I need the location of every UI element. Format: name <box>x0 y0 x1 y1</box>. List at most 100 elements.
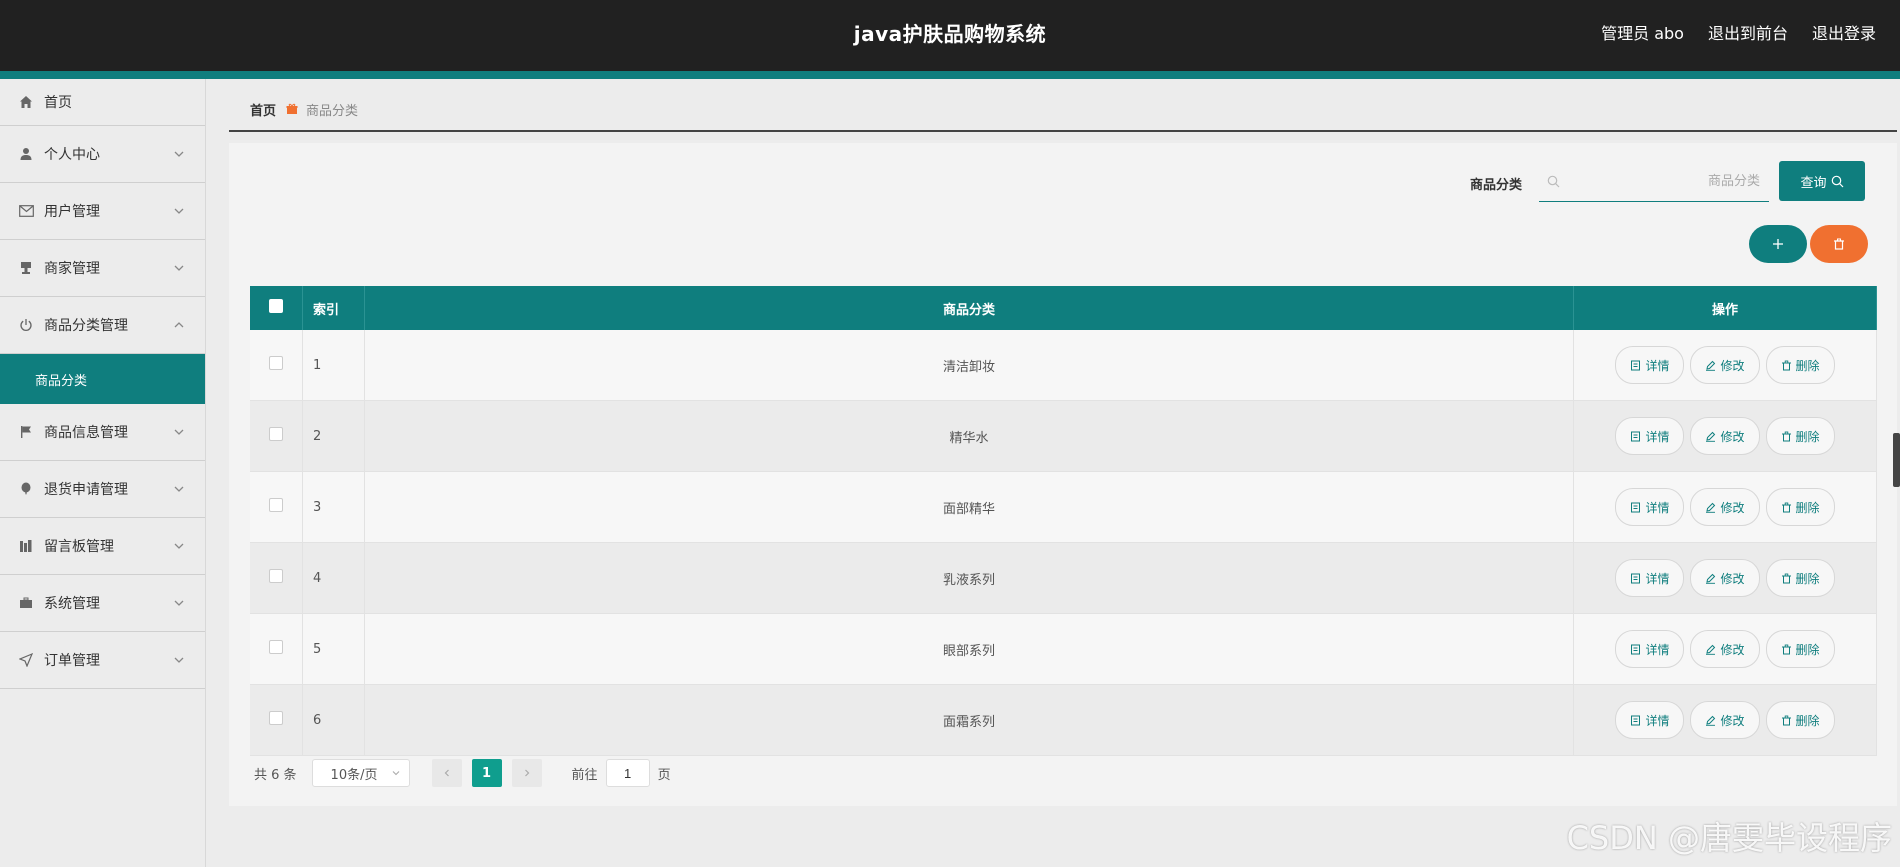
sidebar-item-messages[interactable]: 留言板管理 <box>0 518 205 575</box>
row-checkbox-cell <box>250 613 303 685</box>
search-input[interactable] <box>1568 172 1762 190</box>
row-checkbox[interactable] <box>269 711 283 725</box>
top-links: 管理员 abo 退出到前台 退出登录 <box>1601 20 1876 44</box>
delete-button[interactable]: 删除 <box>1765 488 1835 526</box>
row-actions: 详情 修改 删除 <box>1573 542 1877 614</box>
top-header: java护肤品购物系统 管理员 abo 退出到前台 退出登录 <box>0 0 1900 71</box>
search-icon <box>1831 175 1843 187</box>
prev-page-button[interactable] <box>431 759 462 787</box>
page-size-value: 10条/页 <box>330 767 378 783</box>
row-category-name: 面部精华 <box>364 471 1574 543</box>
edit-button[interactable]: 修改 <box>1690 346 1760 384</box>
table-row: 4 乳液系列 详情 修改 删除 <box>250 542 1877 614</box>
breadcrumb-current: 商品分类 <box>306 103 359 119</box>
document-icon <box>1631 715 1641 725</box>
balloon-icon <box>18 481 34 497</box>
row-checkbox[interactable] <box>269 640 283 654</box>
sidebar-item-system[interactable]: 系统管理 <box>0 575 205 632</box>
sidebar-item-label: 个人中心 <box>44 147 100 163</box>
delete-label: 删除 <box>1795 642 1820 657</box>
breadcrumb-home[interactable]: 首页 <box>250 100 276 119</box>
select-all-checkbox[interactable] <box>269 299 283 313</box>
table-header-row: 索引 商品分类 操作 <box>250 286 1877 330</box>
sidebar: 首页 个人中心 用户管理 商家管理 商品分类管理 商品分类 商品信息管理 退货申… <box>0 79 206 867</box>
add-button[interactable] <box>1749 225 1807 263</box>
row-actions: 详情 修改 删除 <box>1573 471 1877 543</box>
admin-user-link[interactable]: 管理员 abo <box>1601 20 1684 44</box>
delete-button[interactable]: 删除 <box>1765 701 1835 739</box>
row-checkbox[interactable] <box>269 427 283 441</box>
row-checkbox[interactable] <box>269 498 283 512</box>
pencil-icon <box>1706 431 1716 442</box>
sidebar-item-label: 商品信息管理 <box>44 425 128 441</box>
search-field <box>1539 161 1769 202</box>
detail-button[interactable]: 详情 <box>1615 701 1685 739</box>
row-checkbox[interactable] <box>269 569 283 583</box>
scrollbar-thumb[interactable] <box>1893 433 1900 487</box>
edit-button[interactable]: 修改 <box>1690 488 1760 526</box>
goto-suffix: 页 <box>657 767 671 783</box>
row-category-name: 眼部系列 <box>364 613 1574 685</box>
sidebar-item-category-management[interactable]: 商品分类管理 <box>0 297 205 354</box>
content-panel: 商品分类 查询 索引 商品分类 操作 1清洁卸妆详情修改删除2精华水详情修改删除… <box>229 143 1897 806</box>
books-icon <box>18 538 34 554</box>
delete-label: 删除 <box>1795 358 1820 373</box>
trash-icon <box>1781 431 1791 441</box>
row-category-name: 清洁卸妆 <box>364 330 1574 401</box>
sidebar-item-label: 首页 <box>44 95 72 111</box>
back-to-frontend-link[interactable]: 退出到前台 <box>1708 20 1788 44</box>
edit-label: 修改 <box>1720 429 1745 444</box>
edit-button[interactable]: 修改 <box>1690 630 1760 668</box>
detail-button[interactable]: 详情 <box>1615 417 1685 455</box>
next-page-button[interactable] <box>511 759 542 787</box>
chevron-left-icon <box>444 769 449 777</box>
chevron-right-icon <box>524 769 529 777</box>
sidebar-subitem-category[interactable]: 商品分类 <box>0 354 205 404</box>
chevron-down-icon <box>174 600 184 606</box>
edit-button[interactable]: 修改 <box>1690 417 1760 455</box>
table-row: 1 清洁卸妆 详情 修改 删除 <box>250 330 1877 401</box>
delete-label: 删除 <box>1795 500 1820 515</box>
chevron-down-icon <box>174 265 184 271</box>
sidebar-item-users[interactable]: 用户管理 <box>0 183 205 240</box>
query-button[interactable]: 查询 <box>1779 161 1865 201</box>
batch-delete-button[interactable] <box>1810 225 1868 263</box>
goto-label: 前往 <box>571 767 598 783</box>
header-ops: 操作 <box>1573 286 1877 330</box>
document-icon <box>1631 502 1641 512</box>
pagination-total: 共 6 条 <box>254 767 297 783</box>
page-number-button[interactable]: 1 <box>471 759 502 787</box>
sidebar-item-label: 退货申请管理 <box>44 482 128 498</box>
sidebar-item-personal[interactable]: 个人中心 <box>0 126 205 183</box>
header-accent-bar <box>0 71 1900 79</box>
detail-button[interactable]: 详情 <box>1615 488 1685 526</box>
row-checkbox[interactable] <box>269 356 283 370</box>
sidebar-item-orders[interactable]: 订单管理 <box>0 632 205 689</box>
detail-label: 详情 <box>1645 713 1670 728</box>
detail-label: 详情 <box>1645 571 1670 586</box>
delete-button[interactable]: 删除 <box>1765 559 1835 597</box>
logout-link[interactable]: 退出登录 <box>1812 20 1876 44</box>
delete-button[interactable]: 删除 <box>1765 417 1835 455</box>
edit-button[interactable]: 修改 <box>1690 559 1760 597</box>
page-size-select[interactable]: 10条/页 <box>311 759 410 787</box>
document-icon <box>1631 573 1641 583</box>
row-category-name: 乳液系列 <box>364 542 1574 614</box>
detail-button[interactable]: 详情 <box>1615 559 1685 597</box>
goto-page-input[interactable] <box>605 759 650 787</box>
edit-button[interactable]: 修改 <box>1690 701 1760 739</box>
detail-button[interactable]: 详情 <box>1615 346 1685 384</box>
chevron-up-icon <box>174 322 184 328</box>
flag-icon <box>18 424 34 440</box>
sidebar-item-home[interactable]: 首页 <box>0 79 205 126</box>
sidebar-item-label: 留言板管理 <box>44 539 114 555</box>
sidebar-item-product-info[interactable]: 商品信息管理 <box>0 404 205 461</box>
send-icon <box>18 652 34 668</box>
sidebar-item-returns[interactable]: 退货申请管理 <box>0 461 205 518</box>
detail-button[interactable]: 详情 <box>1615 630 1685 668</box>
trash-icon <box>1781 644 1791 654</box>
chevron-down-icon <box>174 208 184 214</box>
delete-button[interactable]: 删除 <box>1765 346 1835 384</box>
delete-button[interactable]: 删除 <box>1765 630 1835 668</box>
sidebar-item-merchants[interactable]: 商家管理 <box>0 240 205 297</box>
